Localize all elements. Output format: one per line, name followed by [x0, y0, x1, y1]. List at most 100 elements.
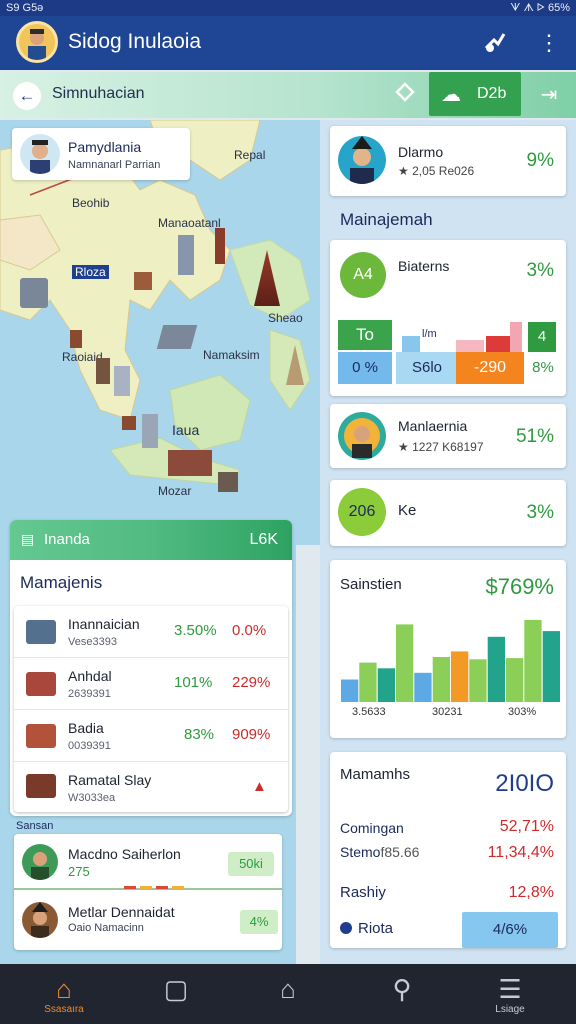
- nav-label: Lsiage: [495, 1004, 525, 1015]
- list-item[interactable]: Metlar Dennaidat Oaio Namacinn 4%: [14, 892, 282, 950]
- chart-bar: [359, 662, 377, 702]
- section-title: Mamajenis: [20, 573, 103, 592]
- more-menu-icon[interactable]: ⋮: [534, 28, 564, 58]
- map-info-card[interactable]: Pamydlania Namnanarl Parrian: [12, 128, 190, 180]
- progress-dash: [124, 886, 184, 889]
- summary-action-button[interactable]: 4/6%: [462, 912, 558, 948]
- score-circle: 206: [338, 488, 386, 536]
- chart-bar: [451, 651, 469, 702]
- mini-bar: [486, 336, 510, 352]
- summary-row-value: 52,71%: [499, 818, 554, 835]
- house-icon: [26, 774, 56, 798]
- avatar: [22, 902, 58, 938]
- landmark-icon[interactable]: [20, 278, 48, 308]
- rankings-header[interactable]: ▤ Inanda L6K: [10, 520, 292, 560]
- item-sub: 2639391: [68, 688, 111, 700]
- person-badge: 50ki: [228, 852, 274, 876]
- list-icon: ▤: [21, 531, 35, 547]
- nav-home[interactable]: ⌂ Ssasaıra: [34, 974, 94, 1016]
- profile-card[interactable]: Dlarmo ★ 2,05 Re026 9%: [330, 126, 566, 196]
- item-value-1: 101%: [174, 674, 213, 691]
- map-label: Mozar: [158, 484, 192, 498]
- person-name: Metlar Dennaidat: [68, 904, 175, 920]
- house-icon[interactable]: [134, 272, 152, 290]
- member-name: Manlaernia: [398, 418, 468, 434]
- app-bar: Sidog Inulaoia ⋮: [0, 16, 576, 70]
- info-dot-icon: [340, 922, 352, 934]
- score-card[interactable]: 206 Ke 3%: [330, 480, 566, 546]
- chart-bar: [542, 631, 560, 702]
- stack-icon: ☰: [498, 974, 522, 1004]
- pin-icon[interactable]: [390, 80, 420, 110]
- list-item[interactable]: Macdno Saiherlon 275 50ki: [14, 834, 282, 890]
- building-icon[interactable]: [96, 358, 110, 384]
- nav-square[interactable]: ▢: [146, 974, 206, 1004]
- map-label: Repal: [234, 148, 266, 162]
- chart-bar: [506, 658, 524, 702]
- list-item[interactable]: Ramatal Slay W3033ea ▲: [14, 762, 288, 812]
- mini-label: l/m: [422, 328, 437, 340]
- avatar: [338, 136, 386, 184]
- map-label: Beohib: [72, 196, 110, 210]
- summary-card[interactable]: Mamamhs 2I0IO Comingan 52,71% Stemof85.6…: [330, 752, 566, 948]
- nav-house[interactable]: ⌂: [258, 974, 318, 1004]
- chart-bar: [414, 672, 432, 702]
- mini-tile: 0 %: [338, 352, 392, 384]
- chart-bar: [487, 636, 505, 702]
- tower-icon[interactable]: [215, 228, 225, 264]
- stats-card[interactable]: A4 Biaterns 3% To 0 % l/m S6lo -290 4 8%: [330, 240, 566, 396]
- small-section-label: Sansan: [16, 820, 54, 832]
- building-icon[interactable]: [168, 450, 212, 476]
- score-label: Ke: [398, 502, 417, 519]
- nav-search[interactable]: ⚲: [372, 974, 432, 1004]
- avatar: [20, 134, 60, 174]
- mini-tile: 8%: [532, 359, 554, 376]
- member-card[interactable]: Manlaernia ★ 1227 K68197 51%: [330, 404, 566, 468]
- share-icon[interactable]: [480, 28, 510, 58]
- stats-pct: 3%: [526, 260, 554, 281]
- house-icon[interactable]: [122, 416, 136, 430]
- exit-arrow-icon[interactable]: ⇥: [534, 80, 564, 110]
- section-title: Mainajemah: [340, 210, 433, 229]
- chart-title: Sainstien: [340, 576, 402, 593]
- list-item[interactable]: Anhdal 2639391 101% 229%: [14, 658, 288, 710]
- tower-icon[interactable]: [178, 235, 194, 275]
- people-card: Macdno Saiherlon 275 50ki Metlar Dennaid…: [14, 834, 282, 950]
- item-sub: Vese3393: [68, 636, 117, 648]
- counter-pill[interactable]: ☁ D2b: [429, 72, 521, 116]
- house-icon: [26, 724, 56, 748]
- summary-value: 2I0IO: [495, 770, 554, 797]
- rankings-card: ▤ Inanda L6K Mamajenis Inannaician Vese3…: [10, 520, 292, 816]
- map-label: Namaksim: [203, 348, 260, 362]
- chart-value: $769%: [485, 574, 554, 599]
- back-arrow-icon[interactable]: ←: [13, 82, 41, 110]
- square-icon: ▢: [163, 974, 189, 1004]
- house-icon[interactable]: [70, 330, 82, 348]
- x-tick-label: 3.5633: [352, 706, 386, 718]
- map-label: Iaua: [172, 422, 200, 438]
- chart-bar: [377, 668, 395, 702]
- counter-value: D2b: [477, 85, 507, 102]
- building-icon[interactable]: [156, 325, 198, 349]
- item-sub: W3033ea: [68, 792, 116, 804]
- list-item[interactable]: Badia 0039391 83% 909%: [14, 710, 288, 762]
- person-badge: 4%: [240, 910, 278, 934]
- building-icon[interactable]: [114, 366, 130, 396]
- map-view[interactable]: Pamydlania Namnanarl Parrian Repal Beohi…: [0, 120, 320, 545]
- list-item[interactable]: Inannaician Vese3393 3.50% 0.0%: [14, 606, 288, 658]
- item-name: Ramatal Slay: [68, 772, 152, 788]
- person-sub: Oaio Namacinn: [68, 922, 144, 934]
- summary-row-value: 11,34,4%: [487, 844, 554, 861]
- person-name: Macdno Saiherlon: [68, 846, 181, 862]
- chart-card[interactable]: Sainstien $769% 3.5633 30231 303%: [330, 560, 566, 738]
- item-sub: 0039391: [68, 740, 111, 752]
- map-label: Manaoatanl: [158, 216, 221, 230]
- house-icon[interactable]: [218, 472, 238, 492]
- chart-bar: [396, 624, 414, 702]
- score-pct: 3%: [526, 502, 554, 523]
- mini-tile: To: [338, 320, 392, 350]
- building-icon[interactable]: [142, 414, 158, 448]
- chart-bar: [432, 657, 450, 702]
- nav-stack[interactable]: ☰ Lsiage: [480, 974, 540, 1016]
- mini-bar: [402, 336, 420, 352]
